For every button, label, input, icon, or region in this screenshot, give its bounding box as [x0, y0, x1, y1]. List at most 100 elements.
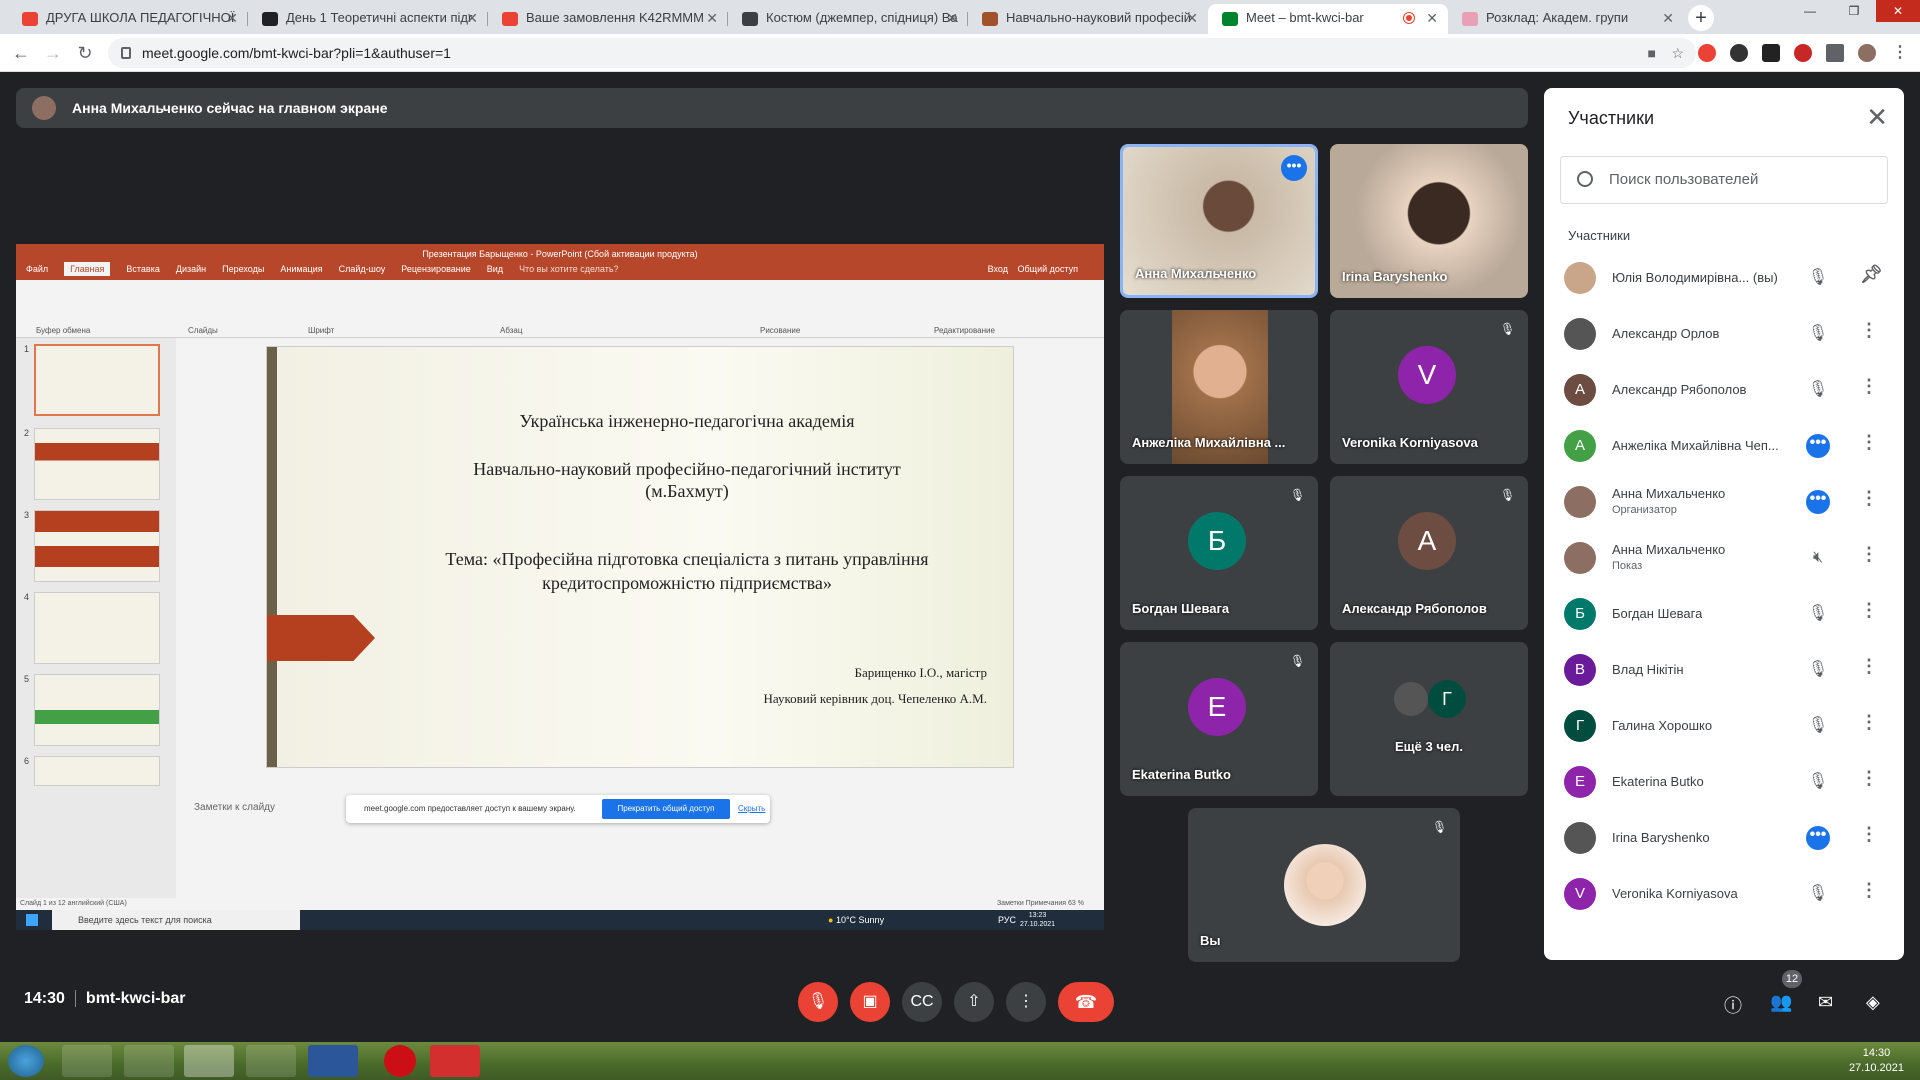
more-vert-icon[interactable]: ⋮ — [1860, 600, 1878, 621]
close-tab-icon[interactable]: ✕ — [1426, 4, 1438, 32]
windows-start-button[interactable] — [8, 1045, 44, 1077]
participant-tile[interactable]: ••• Анна Михальченко — [1120, 144, 1318, 298]
close-window-icon[interactable]: ✕ — [1876, 0, 1920, 22]
chrome-icon[interactable] — [184, 1045, 234, 1077]
close-tab-icon[interactable]: ✕ — [466, 4, 478, 32]
ppt-tab[interactable]: Файл — [26, 264, 48, 274]
chat-icon[interactable]: ✉ — [1818, 992, 1833, 1013]
slide-thumbnail[interactable] — [34, 592, 160, 664]
participant-row[interactable]: Александр Орлов 🎙︎ ⋮ — [1544, 308, 1904, 364]
search-input[interactable]: Поиск пользователей — [1560, 156, 1888, 204]
close-tab-icon[interactable]: ✕ — [946, 4, 958, 32]
current-slide[interactable]: Українська інженерно-педагогічна академі… — [266, 346, 1014, 768]
opera-icon[interactable] — [384, 1045, 416, 1077]
captions-button[interactable]: CC — [902, 982, 942, 1022]
participant-tile[interactable]: Анжеліка Михайлівна ... — [1120, 310, 1318, 464]
ppt-tab[interactable]: Слайд-шоу — [339, 264, 386, 274]
media-player-icon[interactable] — [246, 1045, 296, 1077]
ppt-tab[interactable]: Вид — [487, 264, 503, 274]
participant-tile[interactable]: 🎙︎ А Александр Рябополов — [1330, 476, 1528, 630]
close-tab-icon[interactable]: ✕ — [1186, 4, 1198, 32]
reload-button[interactable]: ↻ — [72, 40, 98, 66]
close-icon[interactable]: ✕ — [1866, 102, 1888, 133]
more-vert-icon[interactable]: ⋮ — [1860, 432, 1878, 453]
more-vert-icon[interactable]: ⋮ — [1860, 376, 1878, 397]
participant-row[interactable]: Б Богдан Шевага 🎙︎ ⋮ — [1544, 588, 1904, 644]
close-tab-icon[interactable]: ✕ — [1662, 4, 1674, 32]
pin-icon[interactable]: 📌︎ — [1860, 264, 1883, 285]
ppt-tell-me[interactable]: Что вы хотите сделать? — [519, 264, 619, 274]
browser-tab[interactable]: Розклад: Академ. групи ✕ — [1448, 4, 1684, 34]
participant-row[interactable]: Irina Baryshenko ••• ⋮ — [1544, 812, 1904, 868]
activities-icon[interactable]: ◈ — [1866, 992, 1880, 1013]
more-vert-icon[interactable]: ⋮ — [1860, 544, 1878, 565]
browser-tab[interactable]: Ваше замовлення K42RMMM ✕ — [488, 4, 728, 34]
ppt-tab[interactable]: Рецензирование — [401, 264, 471, 274]
people-icon[interactable]: 👥 — [1770, 992, 1792, 1013]
browser-tab[interactable]: Костюм (джемпер, спідниця) Ва ✕ — [728, 4, 968, 34]
participant-row[interactable]: Юлія Володимирівна... (вы) 🎙︎ 📌︎ — [1544, 252, 1904, 308]
present-button[interactable]: ⇧ — [954, 982, 994, 1022]
ppt-tab[interactable]: Дизайн — [176, 264, 206, 274]
profile-avatar[interactable] — [1858, 44, 1876, 62]
participant-row[interactable]: А Александр Рябополов 🎙︎ ⋮ — [1544, 364, 1904, 420]
minimize-icon[interactable]: — — [1788, 0, 1832, 22]
stop-sharing-button[interactable]: Прекратить общий доступ — [602, 799, 730, 819]
ppt-tab[interactable]: Анимация — [280, 264, 322, 274]
extension-icon[interactable] — [1730, 44, 1748, 62]
participant-row[interactable]: А Анжеліка Михайлівна Чеп... ••• ⋮ — [1544, 420, 1904, 476]
participant-row[interactable]: Анна Михальченко Показ 🔇︎ ⋮ — [1544, 532, 1904, 588]
browser-tab-active[interactable]: Meet – bmt-kwci-bar ✕ — [1208, 4, 1448, 34]
mic-toggle-button[interactable]: 🎙︎ — [798, 982, 838, 1022]
camera-icon[interactable]: ■ — [1648, 38, 1656, 68]
participant-tile[interactable]: 🎙︎ V Veronika Korniyasova — [1330, 310, 1528, 464]
slide-thumbnail[interactable] — [34, 344, 160, 416]
new-tab-button[interactable]: + — [1688, 5, 1714, 31]
acrobat-icon[interactable] — [430, 1045, 480, 1077]
notes-pane[interactable]: Заметки к слайду — [194, 802, 275, 813]
more-vert-icon[interactable]: ⋮ — [1860, 768, 1878, 789]
maximize-icon[interactable]: ❐ — [1832, 0, 1876, 22]
browser-tab[interactable]: Навчально-науковий професій ✕ — [968, 4, 1208, 34]
info-icon[interactable]: ⓘ — [1724, 992, 1742, 1018]
word-icon[interactable] — [308, 1045, 358, 1077]
participant-row[interactable]: V Veronika Korniyasova 🎙︎ ⋮ — [1544, 868, 1904, 924]
more-vert-icon[interactable]: ⋮ — [1860, 320, 1878, 341]
ie-icon[interactable] — [62, 1045, 112, 1077]
more-participants-tile[interactable]: Г Ещё 3 чел. — [1330, 642, 1528, 796]
more-vert-icon[interactable]: ⋮ — [1860, 880, 1878, 901]
leave-call-button[interactable]: ☎ — [1058, 982, 1114, 1022]
hide-notice-link[interactable]: Скрыть — [738, 795, 765, 823]
ppt-tab[interactable]: Вставка — [126, 264, 159, 274]
extension-icon[interactable] — [1762, 44, 1780, 62]
slide-thumbnail[interactable] — [34, 428, 160, 500]
slide-thumbnail[interactable] — [34, 510, 160, 582]
slide-thumbnail[interactable] — [34, 674, 160, 746]
ppt-login[interactable]: Вход — [988, 264, 1008, 274]
back-button[interactable]: ← — [8, 40, 34, 66]
forward-button[interactable]: → — [40, 40, 66, 66]
slide-thumbnail[interactable] — [34, 756, 160, 786]
more-vert-icon[interactable]: ⋮ — [1860, 712, 1878, 733]
ppt-share[interactable]: Общий доступ — [1018, 264, 1078, 274]
camera-toggle-button[interactable]: ▣ — [850, 982, 890, 1022]
more-vert-icon[interactable]: ⋮ — [1860, 488, 1878, 509]
participant-row[interactable]: Г Галина Хорошко 🎙︎ ⋮ — [1544, 700, 1904, 756]
participant-tile[interactable]: 🎙︎ E Ekaterina Butko — [1120, 642, 1318, 796]
address-bar[interactable]: meet.google.com/bmt-kwci-bar?pli=1&authu… — [108, 38, 1696, 68]
extension-icon[interactable] — [1794, 44, 1812, 62]
participant-tile[interactable]: Irina Baryshenko — [1330, 144, 1528, 298]
explorer-icon[interactable] — [124, 1045, 174, 1077]
participant-tile[interactable]: 🎙︎ Б Богдан Шевага — [1120, 476, 1318, 630]
extensions-puzzle-icon[interactable] — [1826, 44, 1844, 62]
close-tab-icon[interactable]: ✕ — [706, 4, 718, 32]
more-options-button[interactable]: ⋮ — [1006, 982, 1046, 1022]
browser-tab[interactable]: ДРУГА ШКОЛА ПЕДАГОГІЧНОЇ ✕ — [8, 4, 248, 34]
close-tab-icon[interactable]: ✕ — [226, 4, 238, 32]
ppt-tab[interactable]: Переходы — [222, 264, 264, 274]
participant-row[interactable]: В Влад Нікітін 🎙︎ ⋮ — [1544, 644, 1904, 700]
ppt-tab[interactable]: Главная — [64, 262, 111, 276]
bookmark-star-icon[interactable]: ☆ — [1671, 38, 1684, 68]
more-vert-icon[interactable]: ⋮ — [1860, 656, 1878, 677]
participant-row[interactable]: Анна Михальченко Организатор ••• ⋮ — [1544, 476, 1904, 532]
